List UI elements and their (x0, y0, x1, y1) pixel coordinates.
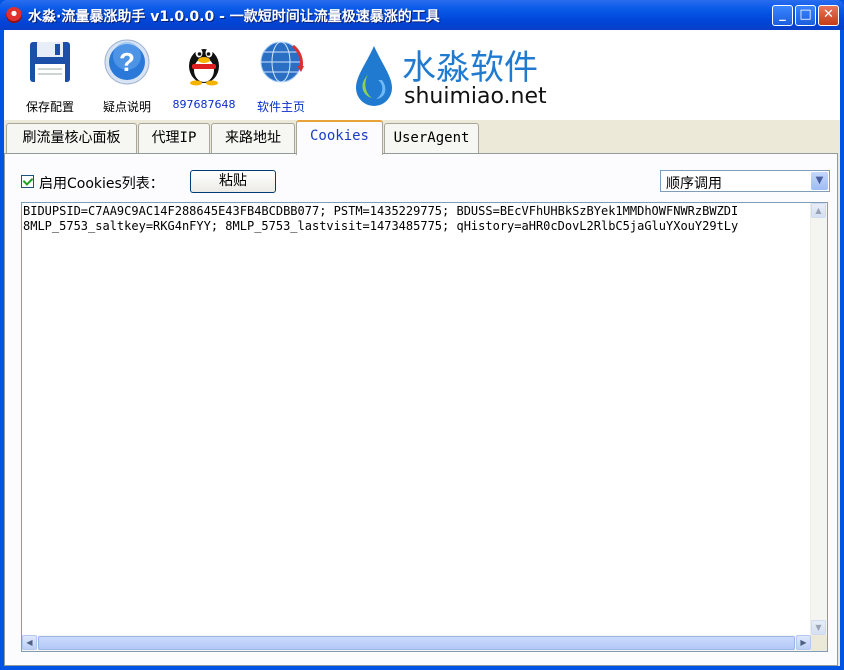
brand-logo: 水淼软件 shuimiao.net (354, 40, 554, 115)
tab-strip: 刷流量核心面板 代理IP 来路地址 Cookies UserAgent (4, 120, 840, 155)
tab-referer[interactable]: 来路地址 (211, 123, 295, 153)
qq-number-label: 897687648 (172, 98, 236, 111)
minimize-button[interactable]: _ (772, 5, 793, 26)
scroll-left-arrow-icon[interactable]: ◀ (22, 635, 37, 650)
homepage-label: 软件主页 (256, 100, 305, 114)
tab-useragent[interactable]: UserAgent (384, 123, 479, 153)
scroll-corner (811, 635, 827, 651)
save-config-button[interactable]: 保存配置 (15, 30, 85, 120)
scroll-up-arrow-icon[interactable]: ▲ (811, 203, 826, 218)
title-bar[interactable]: 水淼·流量暴涨助手 v1.0.0.0 - 一款短时间让流量极速暴涨的工具 _ □… (0, 0, 844, 30)
help-label: 疑点说明 (102, 100, 151, 114)
horizontal-scrollbar[interactable]: ◀ ▶ (22, 635, 811, 651)
cookie-line: 8MLP_5753_saltkey=RKG4nFYY; 8MLP_5753_la… (23, 219, 739, 233)
order-select-value: 顺序调用 (666, 176, 722, 192)
tab-proxy-ip[interactable]: 代理IP (138, 123, 210, 153)
help-question-icon: ? (104, 39, 150, 85)
qq-contact-link[interactable]: 897687648 (169, 30, 239, 120)
cookie-line: BIDUPSID=C7AA9C9AC14F288645E43FB4BCDBB07… (23, 204, 739, 218)
homepage-link[interactable]: 软件主页 (246, 30, 316, 120)
paste-button[interactable]: 粘贴 (190, 170, 276, 193)
close-button[interactable]: ✕ (818, 5, 839, 26)
brand-name: 水淼软件 (402, 48, 538, 88)
brand-domain: shuimiao.net (404, 84, 547, 109)
window-title: 水淼·流量暴涨助手 v1.0.0.0 - 一款短时间让流量极速暴涨的工具 (28, 9, 440, 25)
app-icon (6, 7, 22, 23)
tab-cookies[interactable]: Cookies (296, 120, 383, 155)
client-area: 保存配置 ? 疑点说明 897687648 软件主页 水淼软件 shuimiao… (4, 30, 840, 666)
scroll-down-arrow-icon[interactable]: ▼ (811, 620, 826, 635)
cookies-textarea[interactable]: BIDUPSID=C7AA9C9AC14F288645E43FB4BCDBB07… (21, 202, 828, 652)
svg-text:?: ? (119, 47, 135, 77)
water-drop-icon (356, 46, 392, 106)
enable-cookies-checkbox[interactable] (21, 175, 34, 188)
help-button[interactable]: ? 疑点说明 (92, 30, 162, 120)
qq-penguin-icon (189, 48, 219, 86)
floppy-disk-icon (30, 42, 70, 82)
tab-core-panel[interactable]: 刷流量核心面板 (6, 123, 137, 153)
cookies-panel: 启用Cookies列表： 粘贴 顺序调用 ▼ BIDUPSID=C7AA9C9A… (4, 153, 838, 666)
order-select[interactable]: 顺序调用 ▼ (660, 170, 830, 192)
horizontal-scroll-thumb[interactable] (38, 636, 795, 650)
maximize-button[interactable]: □ (795, 5, 816, 26)
chevron-down-icon[interactable]: ▼ (811, 172, 828, 190)
toolbar: 保存配置 ? 疑点说明 897687648 软件主页 水淼软件 shuimiao… (4, 30, 840, 120)
cookies-text[interactable]: BIDUPSID=C7AA9C9AC14F288645E43FB4BCDBB07… (23, 204, 810, 632)
scroll-right-arrow-icon[interactable]: ▶ (796, 635, 811, 650)
globe-icon (260, 41, 304, 83)
enable-cookies-label: 启用Cookies列表： (39, 176, 164, 192)
app-window: 水淼·流量暴涨助手 v1.0.0.0 - 一款短时间让流量极速暴涨的工具 _ □… (0, 0, 844, 670)
save-config-label: 保存配置 (25, 100, 74, 114)
vertical-scrollbar[interactable]: ▲ ▼ (810, 203, 827, 635)
